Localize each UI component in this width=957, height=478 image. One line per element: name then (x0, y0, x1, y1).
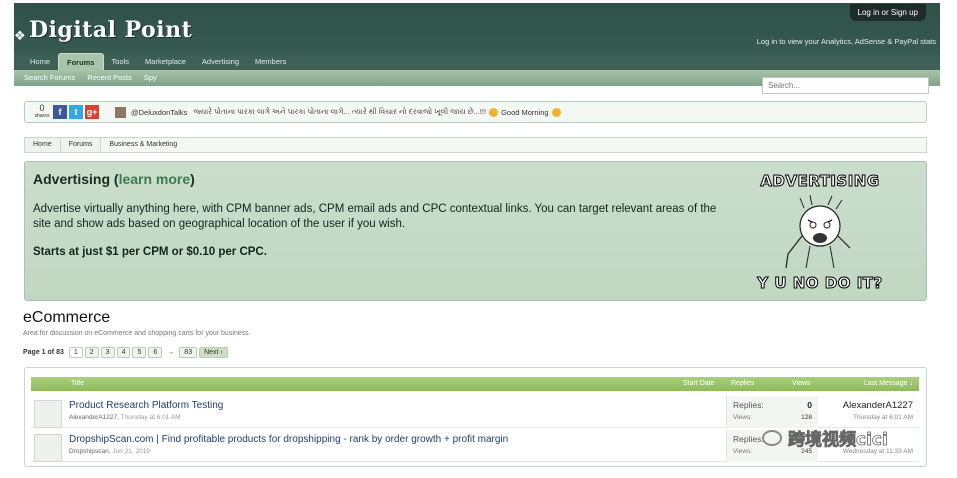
thread-date: Thursday at 6:01 AM (120, 414, 181, 421)
column-last-message[interactable]: Last Message ↓ (864, 380, 913, 387)
facebook-icon[interactable]: f (53, 105, 67, 119)
google-plus-icon[interactable]: g+ (85, 105, 99, 119)
meme-bottom-text: Y U NO DO IT? (757, 274, 883, 293)
thread-title[interactable]: Product Research Platform Testing (69, 400, 223, 411)
forum-description: Area for discussion on eCommerce and sho… (23, 330, 251, 337)
thread-author[interactable]: Dropshipscan (69, 448, 109, 455)
thread-author[interactable]: AlexanderA1227 (69, 414, 117, 421)
column-start-date[interactable]: Start Date (683, 380, 715, 387)
subnav-spy[interactable]: Spy (138, 70, 163, 86)
views-label: Views: (733, 414, 753, 421)
breadcrumb-business-marketing[interactable]: Business & Marketing (101, 138, 186, 152)
social-share-bar: 0 shares f t g+ @DeluxdonTalks જ્યારે પો… (24, 101, 927, 123)
page-link[interactable]: 5 (132, 347, 147, 358)
smile-emoji-icon (551, 107, 561, 117)
advertising-meme: ADVERTISING Y U NO DO IT? (750, 170, 890, 295)
column-title[interactable]: Title (71, 380, 84, 387)
page-link[interactable]: 1 (68, 347, 83, 358)
tab-forums[interactable]: Forums (58, 53, 104, 70)
subnav-search-forums[interactable]: Search Forums (18, 70, 81, 86)
last-message-user[interactable]: AlexanderA1227 (843, 400, 913, 411)
site-header: ❖ Digital Point Log in or Sign up Log in… (14, 3, 940, 53)
pagination: Page 1 of 83 1 2 3 4 5 6 → 83 Next › (23, 347, 228, 358)
thread-meta: AlexanderA1227, Thursday at 6:01 AM (69, 414, 181, 421)
tab-home[interactable]: Home (22, 53, 58, 70)
page-title: eCommerce (23, 309, 111, 326)
column-replies[interactable]: Replies (731, 380, 754, 387)
thread-meta: Dropshipscan, Jun 21, 2019 (69, 448, 150, 455)
page-link[interactable]: 4 (116, 347, 131, 358)
site-logo[interactable]: ❖ Digital Point (14, 7, 192, 43)
thread-list-header: Title Start Date Replies Views Last Mess… (31, 377, 919, 391)
views-count: 128 (801, 414, 812, 421)
page-skip-arrow: → (167, 349, 175, 356)
thread-title[interactable]: DropshipScan.com | Find profitable produ… (69, 434, 508, 445)
ad-title: Advertising (learn more) (33, 171, 195, 187)
search-input[interactable] (762, 77, 929, 94)
ad-learn-more-link[interactable]: learn more (119, 171, 191, 187)
tweet-tail: Good Morning (501, 107, 549, 117)
main-nav: Home Forums Tools Marketplace Advertisin… (14, 53, 940, 70)
column-views[interactable]: Views (792, 380, 811, 387)
share-count: 0 shares (33, 104, 51, 120)
avatar[interactable] (34, 400, 62, 428)
page-link-last[interactable]: 83 (179, 347, 198, 358)
breadcrumb-home[interactable]: Home (25, 138, 61, 152)
smile-emoji-icon (489, 107, 499, 117)
next-page-button[interactable]: Next › (199, 347, 228, 358)
site-name: Digital Point (29, 17, 193, 43)
meme-top-text: ADVERTISING (760, 172, 880, 191)
logo-icon: ❖ (14, 28, 26, 43)
share-count-label: shares (34, 113, 50, 119)
login-signup-button[interactable]: Log in or Sign up (849, 4, 926, 21)
page-link[interactable]: 6 (148, 347, 163, 358)
tab-marketplace[interactable]: Marketplace (137, 53, 194, 70)
twitter-icon[interactable]: t (69, 105, 83, 119)
thread-date: Jun 21, 2019 (112, 448, 150, 455)
last-message-date[interactable]: Thursday at 6:01 AM (853, 414, 913, 421)
tab-advertising[interactable]: Advertising (194, 53, 247, 70)
breadcrumb: Home Forums Business & Marketing (24, 137, 927, 153)
replies-count: 0 (807, 400, 812, 410)
tab-tools[interactable]: Tools (104, 53, 138, 70)
tweet-handle[interactable]: @DeluxdonTalks (131, 108, 187, 117)
login-tagline[interactable]: Log in to view your Analytics, AdSense &… (757, 37, 936, 46)
ad-body: Advertise virtually anything here, with … (33, 203, 717, 230)
avatar[interactable] (34, 434, 62, 462)
wechat-icon (762, 429, 782, 446)
pager-label: Page 1 of 83 (23, 349, 64, 356)
breadcrumb-forums[interactable]: Forums (60, 138, 102, 152)
ad-price: Starts at just $1 per CPM or $0.10 per C… (33, 246, 267, 258)
replies-label: Replies: (733, 434, 764, 444)
page-link[interactable]: 2 (84, 347, 99, 358)
tweet-text: જ્યારે પોતાના પારકા લાગે અને પારકા પોતાન… (193, 107, 487, 116)
replies-label: Replies: (733, 400, 764, 410)
subnav-recent-posts[interactable]: Recent Posts (81, 70, 138, 86)
y-u-no-face-icon (785, 194, 851, 269)
views-label: Views: (733, 448, 753, 455)
tweet-avatar[interactable] (115, 106, 126, 118)
ad-heading: Advertising (33, 171, 111, 187)
watermark-text: 跨境视频cici (788, 430, 889, 451)
watermark: 跨境视频cici (762, 425, 888, 450)
page-link[interactable]: 3 (100, 347, 115, 358)
advertising-box: Advertising (learn more) Advertise virtu… (24, 161, 927, 301)
table-row: Product Research Platform Testing Alexan… (31, 396, 919, 428)
thread-list: Title Start Date Replies Views Last Mess… (24, 367, 927, 467)
thread-stats: Replies: 0 Views: 128 (726, 396, 818, 428)
tab-members[interactable]: Members (247, 53, 294, 70)
